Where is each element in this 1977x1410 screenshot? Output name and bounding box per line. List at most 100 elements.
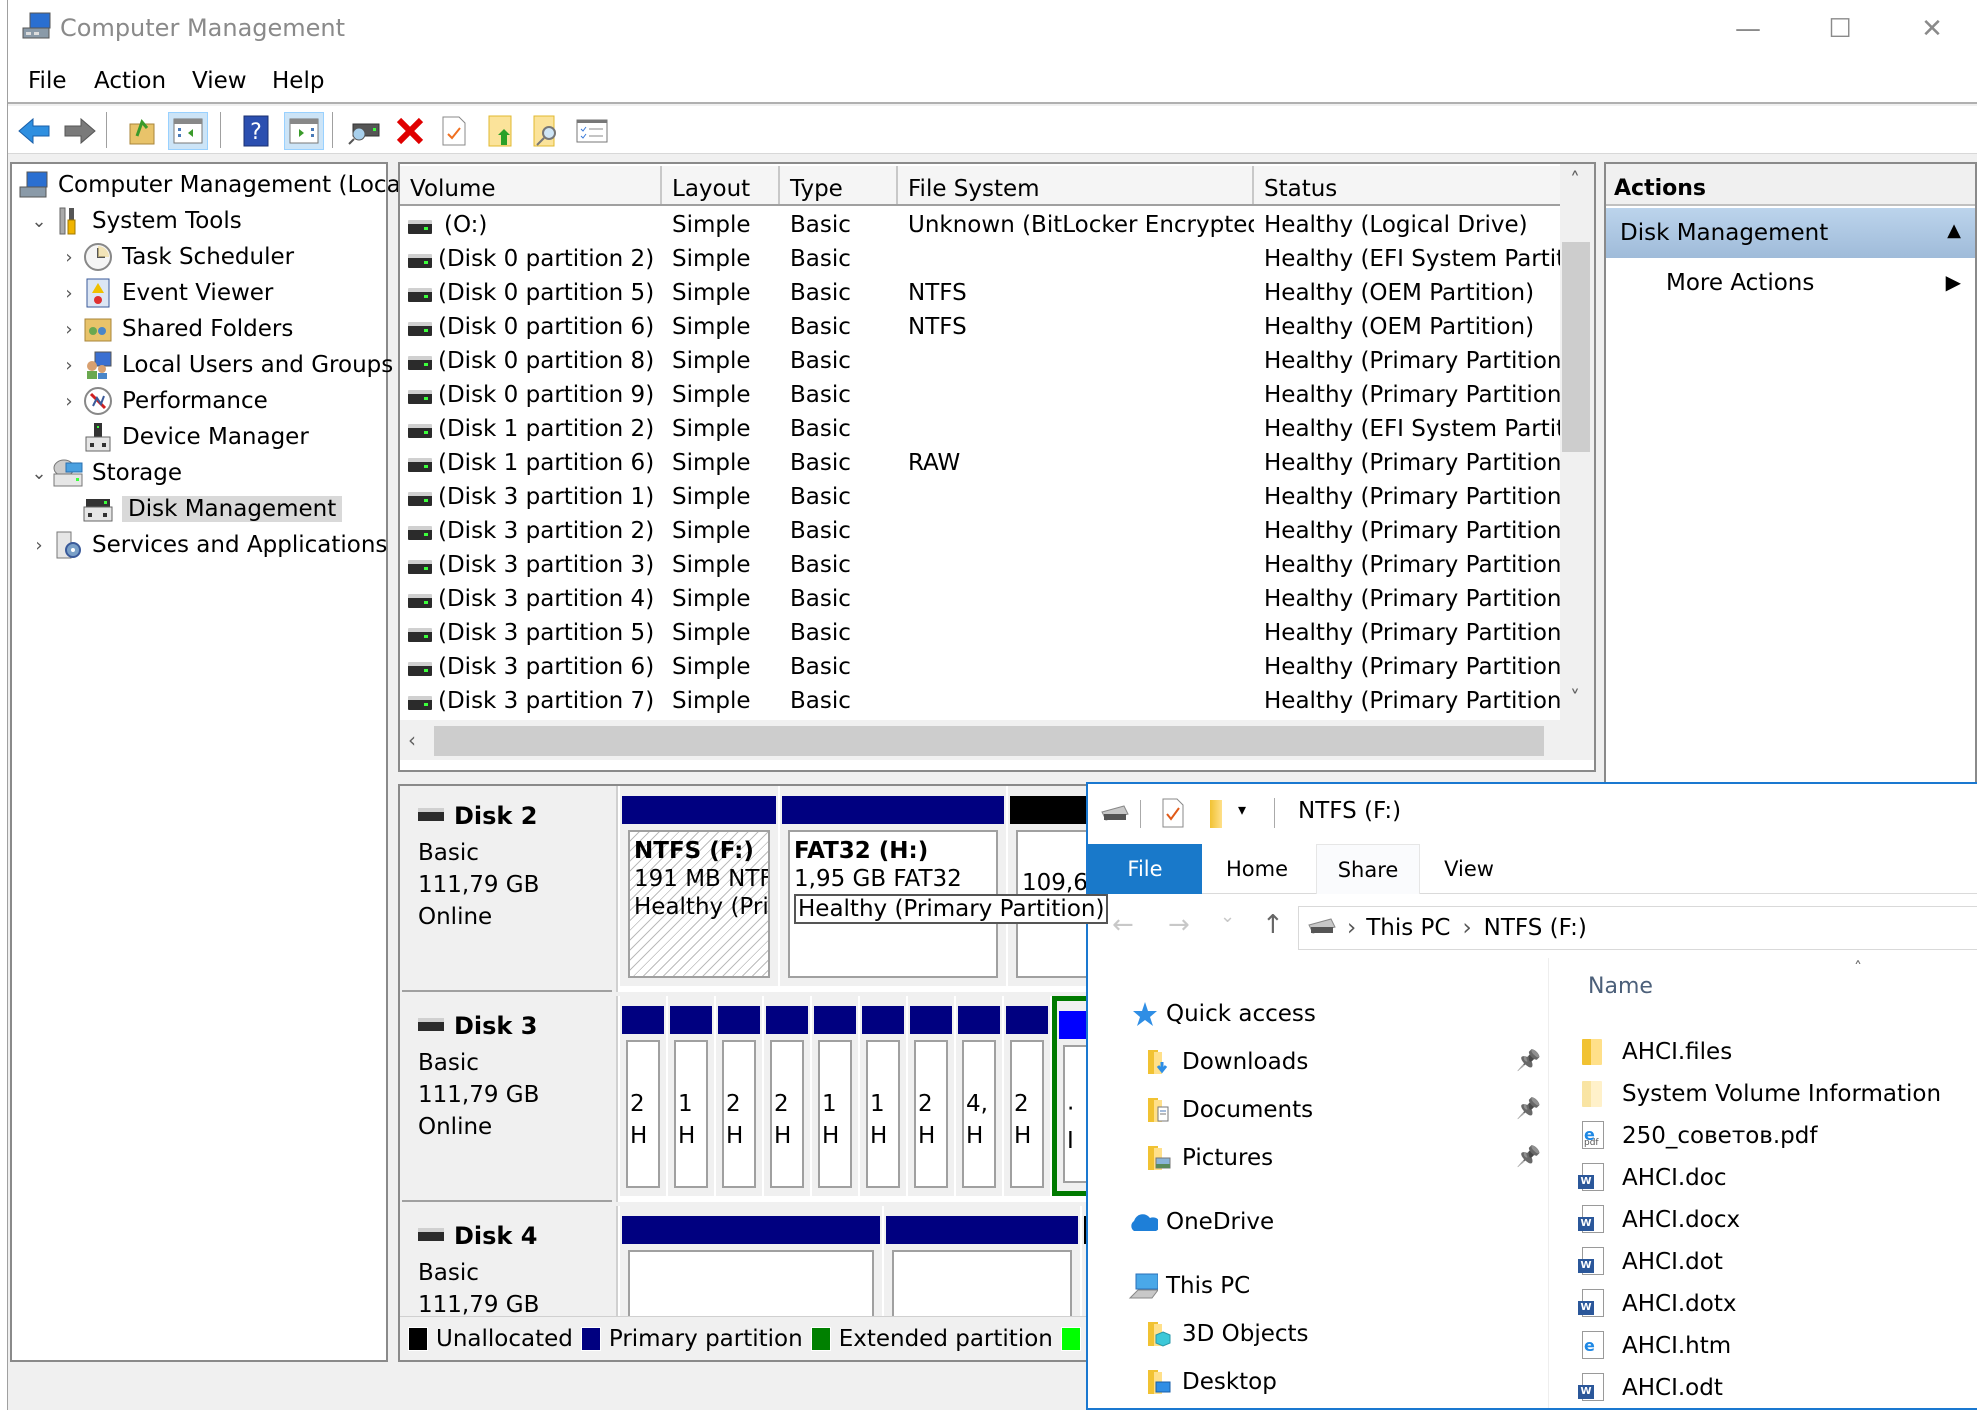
properties-icon[interactable] bbox=[434, 112, 474, 150]
partition-block[interactable]: 2H bbox=[1004, 996, 1050, 1196]
tree-item-local-users-and-groups[interactable]: › Local Users and Groups bbox=[56, 348, 393, 382]
file-list-item[interactable]: W AHCI.dot bbox=[1578, 1242, 1723, 1282]
nav-item-3d-objects[interactable]: 3D Objects bbox=[1144, 1314, 1309, 1354]
properties-icon[interactable] bbox=[1162, 798, 1184, 832]
chevron-down-icon[interactable]: ⌄ bbox=[26, 463, 52, 484]
volume-row[interactable]: (Disk 3 partition 5) Simple Basic Healthy (… bbox=[400, 618, 1560, 652]
partition-block[interactable]: 2H bbox=[764, 996, 810, 1196]
partition-block[interactable]: 4, H bbox=[956, 996, 1002, 1196]
column-header-volume[interactable]: Volume bbox=[400, 166, 662, 204]
breadcrumb-ntfs-f[interactable]: NTFS (F:) bbox=[1484, 915, 1587, 941]
volume-row[interactable]: (Disk 0 partition 5) Simple Basic NTFS Healt… bbox=[400, 278, 1560, 312]
tree-item-event-viewer[interactable]: › Event Viewer bbox=[56, 276, 273, 310]
delete-icon[interactable] bbox=[390, 112, 430, 150]
tree-item-root[interactable]: Computer Management (Local) bbox=[18, 168, 416, 202]
file-list-item[interactable]: W AHCI.docx bbox=[1578, 1200, 1740, 1240]
column-header-layout[interactable]: Layout bbox=[662, 166, 780, 204]
ribbon-tab-file[interactable]: File bbox=[1088, 844, 1202, 894]
tree-item-device-manager[interactable]: Device Manager bbox=[56, 420, 309, 454]
file-list-item[interactable]: W AHCI.dotx bbox=[1578, 1284, 1736, 1324]
pin-icon[interactable]: 📌 bbox=[1516, 1048, 1541, 1072]
volume-row[interactable]: (Disk 3 partition 2) Simple Basic Healthy (… bbox=[400, 516, 1560, 550]
disk-info-disk-3[interactable]: Disk 3 Basic 111,79 GB Online bbox=[402, 996, 612, 1202]
title-bar[interactable]: Computer Management — ☐ ✕ bbox=[8, 0, 1977, 58]
forward-button[interactable]: → bbox=[1168, 910, 1190, 940]
close-button[interactable]: ✕ bbox=[1886, 0, 1977, 58]
volume-row[interactable]: (Disk 0 partition 9) Simple Basic Healthy (… bbox=[400, 380, 1560, 414]
partition-block[interactable]: 2H bbox=[620, 996, 666, 1196]
nav-item-documents[interactable]: Documents bbox=[1144, 1090, 1313, 1130]
tree-item-system-tools[interactable]: ⌄ System Tools bbox=[26, 204, 242, 238]
volume-row[interactable]: (Disk 3 partition 1) Simple Basic Healthy (… bbox=[400, 482, 1560, 516]
volume-row[interactable]: (Disk 3 partition 3) Simple Basic Healthy (… bbox=[400, 550, 1560, 584]
partition-block[interactable]: NTFS (F:)191 MB NTFSHealthy (Primary Par… bbox=[620, 786, 778, 986]
file-list-item[interactable]: W AHCI.odt bbox=[1578, 1368, 1723, 1408]
chevron-right-icon[interactable]: › bbox=[56, 247, 82, 268]
scroll-left-arrow[interactable]: ‹ bbox=[408, 728, 416, 752]
tree-item-shared-folders[interactable]: › Shared Folders bbox=[56, 312, 293, 346]
file-list-item[interactable]: System Volume Information bbox=[1578, 1074, 1941, 1114]
volume-row[interactable]: (Disk 3 partition 4) Simple Basic Healthy (… bbox=[400, 584, 1560, 618]
nav-item-desktop[interactable]: Desktop bbox=[1144, 1362, 1277, 1402]
scroll-down-arrow[interactable]: ˅ bbox=[1570, 686, 1580, 710]
volume-row[interactable]: (Disk 0 partition 8) Simple Basic Healthy (… bbox=[400, 346, 1560, 380]
nav-item-onedrive[interactable]: OneDrive bbox=[1128, 1202, 1274, 1242]
up-button[interactable]: ↑ bbox=[1262, 910, 1284, 940]
show-hide-console-tree-icon[interactable] bbox=[168, 112, 208, 150]
column-header-file-system[interactable]: File System bbox=[898, 166, 1254, 204]
volume-row[interactable]: (O:) Simple Basic Unknown (BitLocker Encryp… bbox=[400, 210, 1560, 244]
actions-section-disk-management[interactable]: Disk Management ▲ bbox=[1606, 208, 1975, 258]
menu-help[interactable]: Help bbox=[272, 68, 324, 94]
settings-list-icon[interactable] bbox=[572, 112, 612, 150]
disk-info-disk-2[interactable]: Disk 2 Basic 111,79 GB Online bbox=[402, 786, 612, 992]
new-folder-icon[interactable] bbox=[1210, 800, 1222, 828]
breadcrumb-this-pc[interactable]: This PC bbox=[1366, 915, 1450, 941]
horizontal-scrollbar-thumb[interactable] bbox=[434, 726, 1544, 756]
show-hide-action-pane-icon[interactable] bbox=[284, 112, 324, 150]
scroll-up-arrow[interactable]: ˄ bbox=[1570, 168, 1580, 192]
menu-file[interactable]: File bbox=[28, 68, 67, 94]
partition-block[interactable]: 1H bbox=[812, 996, 858, 1196]
volume-row[interactable]: (Disk 3 partition 7) Simple Basic Healthy (… bbox=[400, 686, 1560, 720]
help-icon[interactable]: ? bbox=[236, 112, 276, 150]
pin-icon[interactable]: 📌 bbox=[1516, 1096, 1541, 1120]
nav-item-pictures[interactable]: Pictures bbox=[1144, 1138, 1273, 1178]
ribbon-tab-share[interactable]: Share bbox=[1316, 844, 1420, 894]
maximize-button[interactable]: ☐ bbox=[1794, 0, 1886, 58]
chevron-right-icon[interactable]: › bbox=[56, 283, 82, 304]
chevron-right-icon[interactable]: › bbox=[56, 319, 82, 340]
chevron-right-icon[interactable]: › bbox=[56, 391, 82, 412]
nav-item-downloads[interactable]: Downloads bbox=[1144, 1042, 1308, 1082]
chevron-right-icon[interactable]: › bbox=[26, 535, 52, 556]
chevron-right-icon[interactable]: › bbox=[56, 355, 82, 376]
column-header-status[interactable]: Status bbox=[1254, 166, 1560, 204]
menu-action[interactable]: Action bbox=[94, 68, 166, 94]
export-list-icon[interactable] bbox=[480, 112, 520, 150]
tree-item-services-and-applications[interactable]: › Services and Applications bbox=[26, 528, 387, 562]
forward-arrow-icon[interactable] bbox=[60, 112, 100, 150]
up-folder-icon[interactable] bbox=[122, 112, 162, 150]
partition-block[interactable]: 1H bbox=[860, 996, 906, 1196]
volume-row[interactable]: (Disk 1 partition 6) Simple Basic RAW Health… bbox=[400, 448, 1560, 482]
column-header-type[interactable]: Type bbox=[780, 166, 898, 204]
minimize-button[interactable]: — bbox=[1702, 0, 1794, 58]
partition-block[interactable]: 2H bbox=[716, 996, 762, 1196]
nav-item-this-pc[interactable]: This PC bbox=[1128, 1266, 1250, 1306]
menu-view[interactable]: View bbox=[192, 68, 247, 94]
file-list-item[interactable]: AHCI.files bbox=[1578, 1032, 1732, 1072]
address-bar[interactable]: › This PC › NTFS (F:) bbox=[1298, 906, 1977, 950]
customize-qat-dropdown-icon[interactable]: ▾ bbox=[1238, 800, 1246, 819]
nav-item-quick-access[interactable]: Quick access bbox=[1128, 994, 1316, 1034]
partition-block[interactable]: 2H bbox=[908, 996, 954, 1196]
back-arrow-icon[interactable] bbox=[14, 112, 54, 150]
ribbon-tab-home[interactable]: Home bbox=[1202, 844, 1312, 894]
volume-row[interactable]: (Disk 0 partition 6) Simple Basic NTFS Healt… bbox=[400, 312, 1560, 346]
pane-divider[interactable] bbox=[1548, 958, 1549, 1408]
file-list-item[interactable]: e pdf 250_советов.pdf bbox=[1578, 1116, 1817, 1156]
volume-row[interactable]: (Disk 0 partition 2) Simple Basic Healthy (… bbox=[400, 244, 1560, 278]
file-list-item[interactable]: e AHCI.htm bbox=[1578, 1326, 1731, 1366]
recent-locations-button[interactable]: ⌄ bbox=[1220, 906, 1235, 927]
file-list-item[interactable]: W AHCI.doc bbox=[1578, 1158, 1727, 1198]
volume-row[interactable]: (Disk 3 partition 6) Simple Basic Healthy (… bbox=[400, 652, 1560, 686]
tree-item-task-scheduler[interactable]: › Task Scheduler bbox=[56, 240, 294, 274]
